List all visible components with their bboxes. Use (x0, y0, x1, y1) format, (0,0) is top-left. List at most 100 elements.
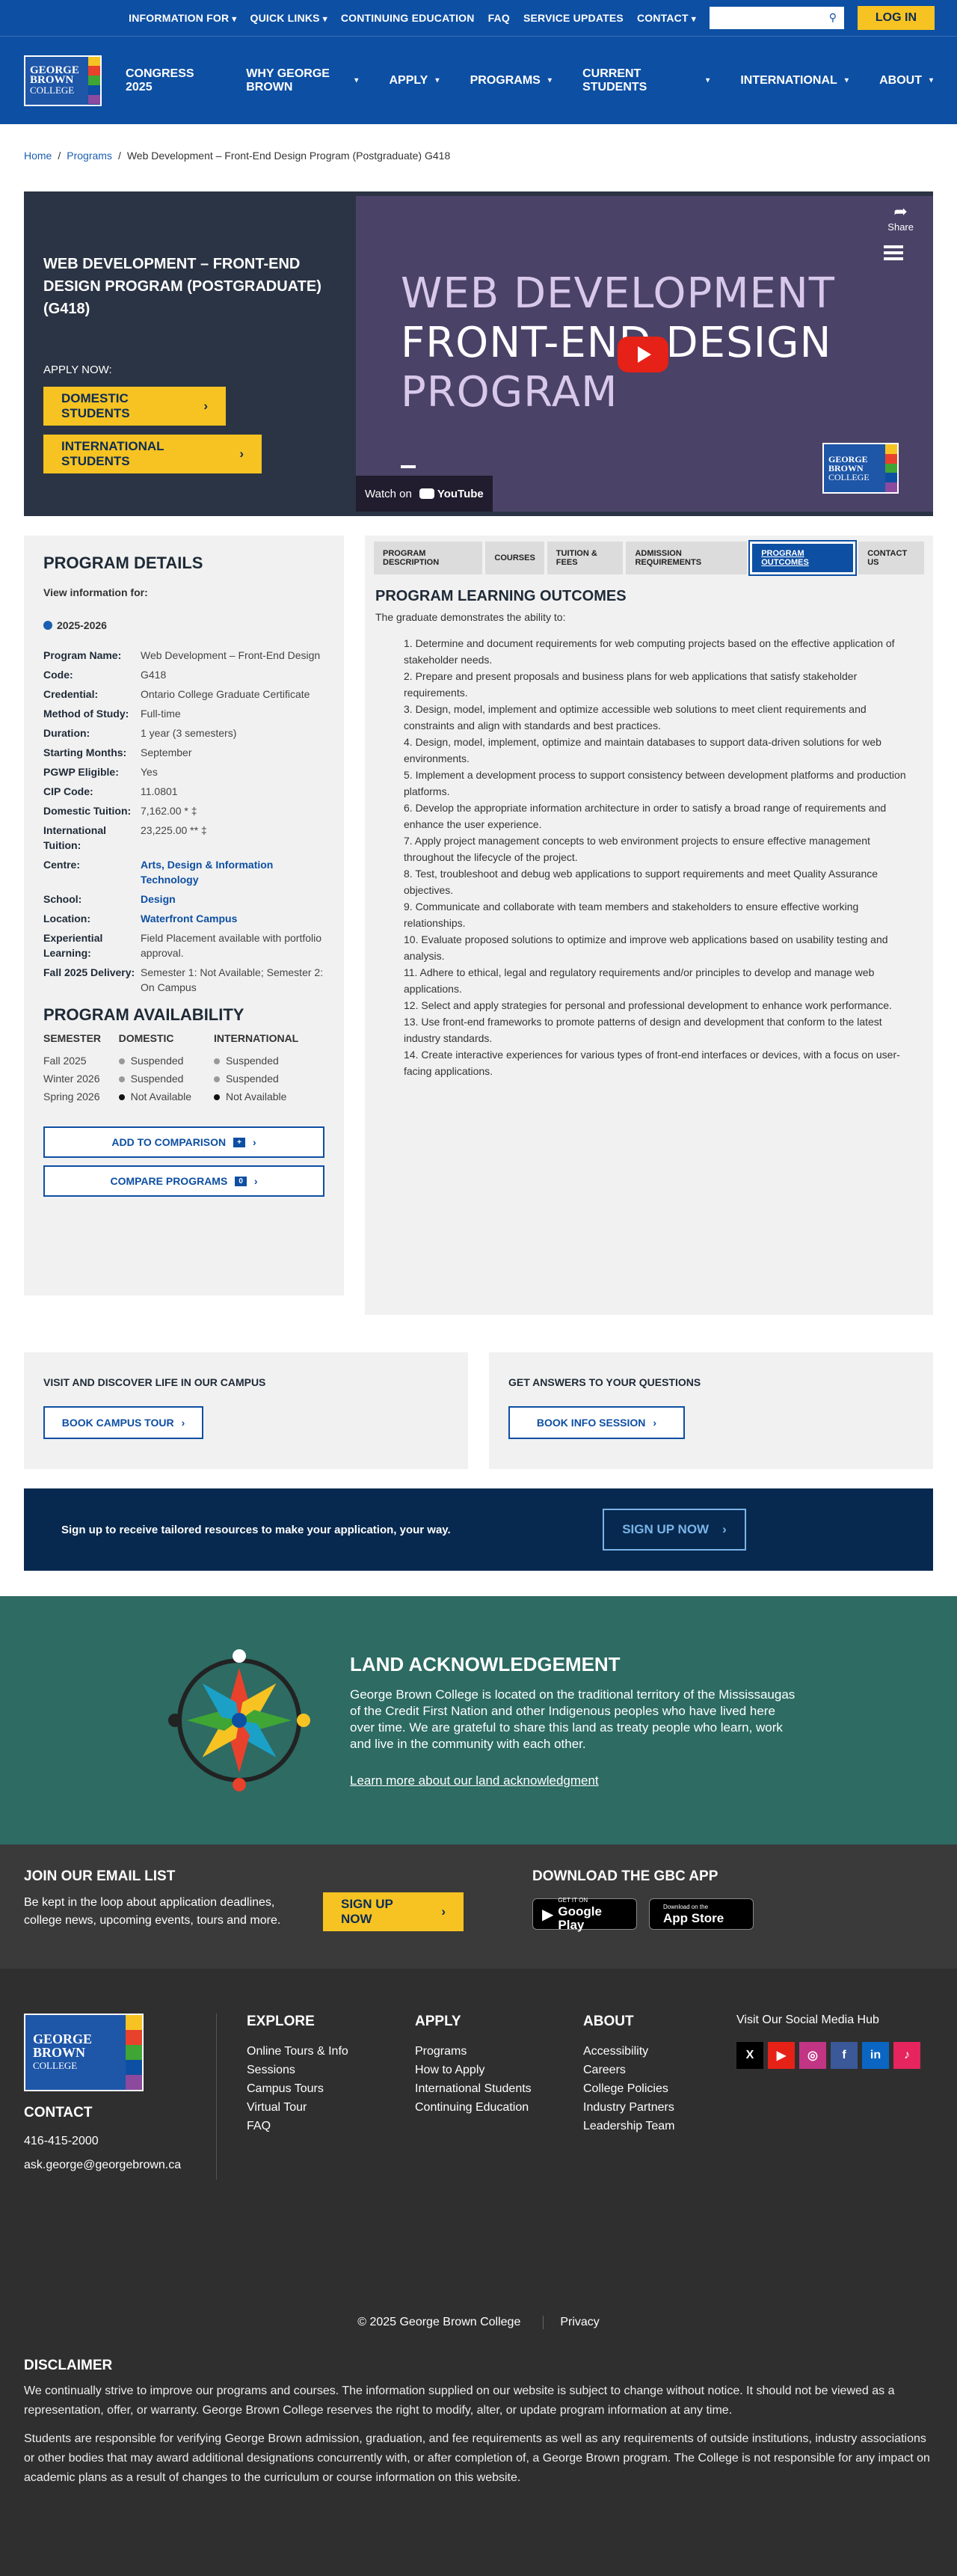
app-store-button[interactable]: Download on the App Store (649, 1898, 754, 1930)
tab-tuition-fees[interactable]: TUITION & FEES (547, 542, 624, 574)
nav-international[interactable]: INTERNATIONAL ▾ (740, 74, 849, 88)
x-icon[interactable]: X (736, 2042, 763, 2069)
year-radio[interactable]: 2025-2026 (43, 619, 324, 631)
search-input[interactable] (709, 7, 822, 29)
email-signup-button[interactable]: SIGN UP NOW › (323, 1892, 464, 1931)
detail-value: 7,162.00 * ‡ (141, 805, 197, 817)
chevron-right-icon: › (441, 1904, 446, 1919)
topbar-faq[interactable]: FAQ (488, 12, 510, 24)
availability-value: Spring 2026 (43, 1091, 100, 1103)
land-acknowledgement: LAND ACKNOWLEDGEMENT George Brown Colleg… (0, 1596, 957, 1844)
instagram-icon[interactable]: ◎ (799, 2042, 826, 2069)
detail-label: Domestic Tuition: (43, 805, 132, 817)
program-detail-row: Fall 2025 Delivery: Semester 1: Not Avail… (43, 965, 324, 995)
footer-link-about[interactable]: Leadership Team (583, 2117, 721, 2135)
tab-program-description[interactable]: PROGRAM DESCRIPTION (374, 542, 483, 574)
land-acknowledgement-link[interactable]: Learn more about our land acknowledgment (350, 1773, 798, 1788)
compare-count-badge: 0 (235, 1176, 247, 1186)
program-tabs-panel: PROGRAM DESCRIPTION COURSES TUITION & FE… (365, 536, 933, 1315)
compare-programs-button[interactable]: COMPARE PROGRAMS 0 › (43, 1165, 324, 1197)
outcome-item: 13. Use front-end frameworks to promote … (404, 1016, 882, 1044)
topbar-quick-links[interactable]: QUICK LINKS ▾ (250, 12, 327, 24)
play-icon[interactable] (618, 337, 668, 372)
outcome-item: 1. Determine and document requirements f… (404, 637, 895, 666)
footer-link-about[interactable]: Careers (583, 2061, 721, 2079)
domestic-students-button[interactable]: DOMESTIC STUDENTS › (43, 387, 226, 426)
footer-link-apply[interactable]: Programs (415, 2042, 553, 2061)
tab-contact-us[interactable]: CONTACT US (858, 542, 924, 574)
nav-programs[interactable]: PROGRAMS ▾ (470, 74, 552, 88)
breadcrumb-programs[interactable]: Programs (67, 150, 112, 162)
footer-phone[interactable]: 416-415-2000 (24, 2135, 216, 2148)
footer-link-apply[interactable]: Continuing Education (415, 2098, 553, 2117)
outcome-item: 7. Apply project management concepts to … (404, 835, 870, 863)
footer-link-explore[interactable]: Campus Tours (247, 2079, 359, 2098)
add-to-comparison-button[interactable]: ADD TO COMPARISON + › (43, 1126, 324, 1158)
col-domestic: DOMESTIC (118, 1032, 174, 1044)
detail-link[interactable]: Design (141, 892, 324, 907)
detail-link[interactable]: Waterfront Campus (141, 911, 324, 926)
topbar-contact[interactable]: CONTACT ▾ (637, 12, 696, 24)
footer-link-about[interactable]: Accessibility (583, 2042, 721, 2061)
status-dot-icon (118, 1058, 125, 1065)
george-brown-logo[interactable]: GEORGE BROWN COLLEGE (24, 55, 102, 106)
page-title: WEB DEVELOPMENT – FRONT-END DESIGN PROGR… (43, 256, 321, 317)
land-acknowledgement-heading: LAND ACKNOWLEDGEMENT (350, 1652, 621, 1675)
disclaimer: DISCLAIMER We continually strive to impr… (24, 2358, 933, 2488)
signup-now-button[interactable]: SIGN UP NOW › (603, 1509, 746, 1551)
youtube-icon: YouTube (419, 488, 484, 500)
footer-link-explore[interactable]: Virtual Tour (247, 2098, 359, 2117)
availability-value: Suspended (225, 1073, 279, 1085)
youtube-video-player[interactable]: WEB DEVELOPMENT FRONT-END DESIGN PROGRAM… (356, 196, 933, 512)
topbar-information-for[interactable]: INFORMATION FOR ▾ (129, 12, 236, 24)
availability-value: Suspended (225, 1055, 279, 1067)
tab-admission-requirements[interactable]: ADMISSION REQUIREMENTS (626, 542, 748, 574)
detail-label: Location: (43, 913, 90, 924)
book-campus-tour-button[interactable]: BOOK CAMPUS TOUR › (43, 1406, 203, 1439)
book-info-session-button[interactable]: BOOK INFO SESSION › (508, 1406, 685, 1439)
share-button[interactable]: ➦ Share (887, 202, 914, 233)
program-tabs: PROGRAM DESCRIPTION COURSES TUITION & FE… (374, 540, 924, 576)
watch-on-youtube-link[interactable]: Watch on YouTube (356, 476, 493, 512)
privacy-link[interactable]: Privacy (543, 2316, 600, 2329)
facebook-icon[interactable]: f (831, 2042, 858, 2069)
topbar-continuing-education[interactable]: CONTINUING EDUCATION (341, 12, 475, 24)
availability-value: Suspended (130, 1073, 184, 1085)
outcomes-list: 1. Determine and document requirements f… (404, 635, 909, 1079)
nav-current-students[interactable]: CURRENT STUDENTS ▾ (582, 67, 710, 94)
detail-label: Starting Months: (43, 746, 127, 758)
tab-program-outcomes[interactable]: PROGRAM OUTCOMES (748, 540, 858, 576)
nav-about[interactable]: ABOUT ▾ (879, 74, 933, 88)
nav-congress-2025[interactable]: CONGRESS 2025 (126, 67, 215, 94)
footer-link-explore[interactable]: Online Tours & Info Sessions (247, 2042, 359, 2079)
nav-why-george-brown[interactable]: WHY GEORGE BROWN ▾ (246, 67, 358, 94)
topbar-service-updates[interactable]: SERVICE UPDATES (523, 12, 624, 24)
footer-link-explore[interactable]: FAQ (247, 2117, 359, 2135)
chevron-down-icon: ▾ (547, 76, 552, 85)
social-icons: X ▶ ◎ f in ♪ (736, 2042, 920, 2069)
outcome-item: 10. Evaluate proposed solutions to optim… (404, 933, 888, 962)
outcome-item: 9. Communicate and collaborate with team… (404, 901, 859, 929)
tab-courses[interactable]: COURSES (485, 542, 544, 574)
tiktok-icon[interactable]: ♪ (893, 2042, 920, 2069)
program-detail-row: Duration: 1 year (3 semesters) (43, 726, 324, 740)
search-box: ⚲ (709, 7, 844, 29)
breadcrumb-home[interactable]: Home (24, 150, 52, 162)
footer-link-apply[interactable]: How to Apply (415, 2061, 553, 2079)
playlist-menu-icon[interactable] (884, 245, 903, 260)
detail-link[interactable]: Arts, Design & Information Technology (141, 857, 324, 887)
international-students-button[interactable]: INTERNATIONAL STUDENTS › (43, 435, 262, 473)
linkedin-icon[interactable]: in (862, 2042, 889, 2069)
google-play-button[interactable]: ▶ GET IT ON Google Play (532, 1897, 637, 1932)
nav-apply[interactable]: APPLY ▾ (389, 74, 439, 88)
footer-logo[interactable]: GEORGE BROWN COLLEGE (24, 2014, 144, 2091)
footer-link-about[interactable]: College Policies (583, 2079, 721, 2098)
youtube-icon[interactable]: ▶ (768, 2042, 795, 2069)
outcome-item: 8. Test, troubleshoot and debug web appl… (404, 868, 878, 896)
view-info-label: View information for: (43, 586, 148, 598)
search-icon[interactable]: ⚲ (822, 7, 844, 29)
login-button[interactable]: LOG IN (857, 6, 935, 30)
footer-link-apply[interactable]: International Students (415, 2079, 553, 2098)
footer-email[interactable]: ask.george@georgebrown.ca (24, 2159, 216, 2172)
footer-link-about[interactable]: Industry Partners (583, 2098, 721, 2117)
